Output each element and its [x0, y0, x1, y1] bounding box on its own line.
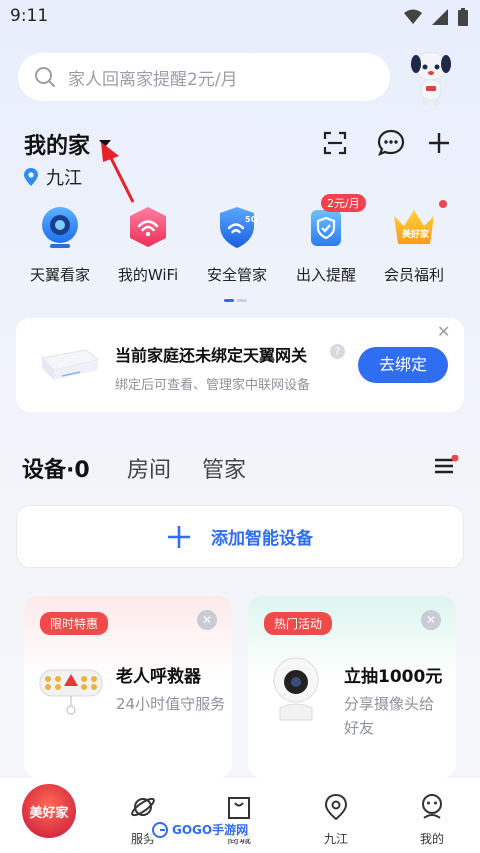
status-icons	[404, 8, 468, 26]
shield-5g-icon: 5G	[220, 207, 257, 248]
chat-bubble-icon	[377, 129, 405, 156]
gateway-card-title: 当前家庭还未绑定天翼网关	[115, 346, 308, 365]
quick-entry-member-benefits[interactable]: 美好家 会员福利	[369, 200, 459, 285]
quick-entry-security[interactable]: 5G 安全管家	[192, 202, 282, 285]
router-icon	[40, 349, 100, 380]
quick-entry-entry-alert[interactable]: 2元/月 出入提醒	[281, 194, 371, 285]
logo-text: 美好家	[29, 805, 69, 821]
promo-title: 老人呼救器	[116, 667, 201, 687]
gateway-card-subtitle: 绑定后可查看、管理家中联网设备	[115, 378, 311, 393]
quick-entry-label: 天翼看家	[29, 266, 90, 284]
nav-label: 我的	[419, 832, 444, 846]
alarm-device-icon	[39, 669, 103, 715]
shield-5g-label: 5G	[245, 215, 257, 224]
quick-entry-tianyi-camera[interactable]: 天翼看家	[15, 202, 105, 285]
promo-title: 立抽1000元	[344, 667, 443, 687]
help-icon[interactable]: ?	[330, 344, 345, 359]
page-indicator	[224, 299, 247, 302]
menu-icon	[435, 454, 459, 474]
close-icon[interactable]: ✕	[437, 322, 450, 341]
location-label: 九江	[46, 168, 82, 189]
user-icon	[422, 794, 442, 819]
plus-icon	[429, 133, 449, 153]
tab-butler[interactable]: 管家	[202, 452, 246, 484]
wifi-icon	[130, 207, 166, 247]
bind-button[interactable]: 去绑定	[358, 347, 448, 383]
tab-devices[interactable]: 设备·0	[22, 452, 90, 484]
plus-icon	[168, 525, 190, 548]
quick-entry-my-wifi[interactable]: 我的WiFi	[103, 202, 193, 285]
watermark-logo-icon	[152, 821, 168, 838]
quick-entry-label: 我的WiFi	[117, 266, 179, 284]
location-pin-icon	[24, 168, 38, 186]
search-icon	[35, 67, 55, 87]
camera-icon	[42, 207, 78, 248]
cell-signal-icon	[432, 9, 448, 25]
menu-button[interactable]	[433, 454, 459, 481]
watermark: GOGO手游网	[148, 820, 253, 839]
quick-entry-label: 安全管家	[206, 266, 267, 284]
price-badge: 2元/月	[321, 194, 366, 212]
planet-icon	[131, 797, 155, 817]
close-icon[interactable]: ✕	[197, 610, 217, 630]
crown-icon: 美好家	[394, 210, 434, 244]
promo-tag: 限时特惠	[40, 612, 109, 635]
location[interactable]: 九江	[24, 164, 82, 190]
search-placeholder: 家人回离家提醒2元/月	[68, 69, 238, 90]
nav-item-mine[interactable]: 我的	[397, 794, 467, 847]
home-title[interactable]: 我的家	[24, 128, 90, 160]
mascot-robot-icon[interactable]	[407, 48, 455, 108]
promo-card-lottery[interactable]: 热门活动 ✕ 立抽1000元 分享摄像头给好友	[248, 596, 456, 778]
gateway-bind-card[interactable]: 当前家庭还未绑定天翼网关 ? 绑定后可查看、管理家中联网设备 去绑定 ✕	[16, 318, 464, 412]
status-time: 9:11	[10, 6, 49, 26]
add-device-label: 添加智能设备	[211, 529, 313, 549]
message-button[interactable]	[376, 128, 406, 158]
battery-icon	[458, 8, 468, 26]
promo-tag: 热门活动	[264, 612, 333, 635]
add-device-button[interactable]: 添加智能设备	[16, 505, 464, 568]
tab-rooms[interactable]: 房间	[127, 452, 171, 484]
page-indicator-active	[224, 299, 234, 302]
add-button[interactable]	[424, 128, 454, 158]
bag-icon	[228, 797, 250, 819]
home-logo-button[interactable]: 美好家	[22, 784, 76, 838]
watermark-text: GOGO手游网	[172, 823, 249, 837]
promo-subtitle: 24小时值守服务	[116, 695, 226, 713]
quick-entry-label: 会员福利	[383, 266, 444, 284]
wifi-signal-icon	[404, 9, 422, 24]
promo-subtitle: 分享摄像头给好友	[344, 695, 435, 737]
scan-icon	[323, 131, 347, 155]
nav-label: 九江	[323, 832, 348, 846]
promo-card-alarm[interactable]: 限时特惠 ✕ 老人呼救器 24小时值守服务	[24, 596, 232, 778]
scan-button[interactable]	[320, 128, 350, 158]
quick-entry-label: 出入提醒	[295, 266, 356, 284]
crown-label: 美好家	[402, 228, 430, 240]
notification-dot	[439, 200, 447, 208]
page-indicator-inactive	[237, 299, 247, 302]
camera-product-icon	[273, 657, 319, 721]
close-icon[interactable]: ✕	[421, 610, 441, 630]
nav-item-city[interactable]: 九江	[301, 793, 371, 847]
search-box[interactable]: 家人回离家提醒2元/月	[18, 53, 390, 101]
location-icon	[324, 793, 348, 821]
status-bar: 9:11	[0, 0, 480, 36]
annotation-arrow-icon	[101, 142, 135, 203]
bottom-nav: 美好家 服务 商城 九江 我的	[0, 778, 480, 853]
